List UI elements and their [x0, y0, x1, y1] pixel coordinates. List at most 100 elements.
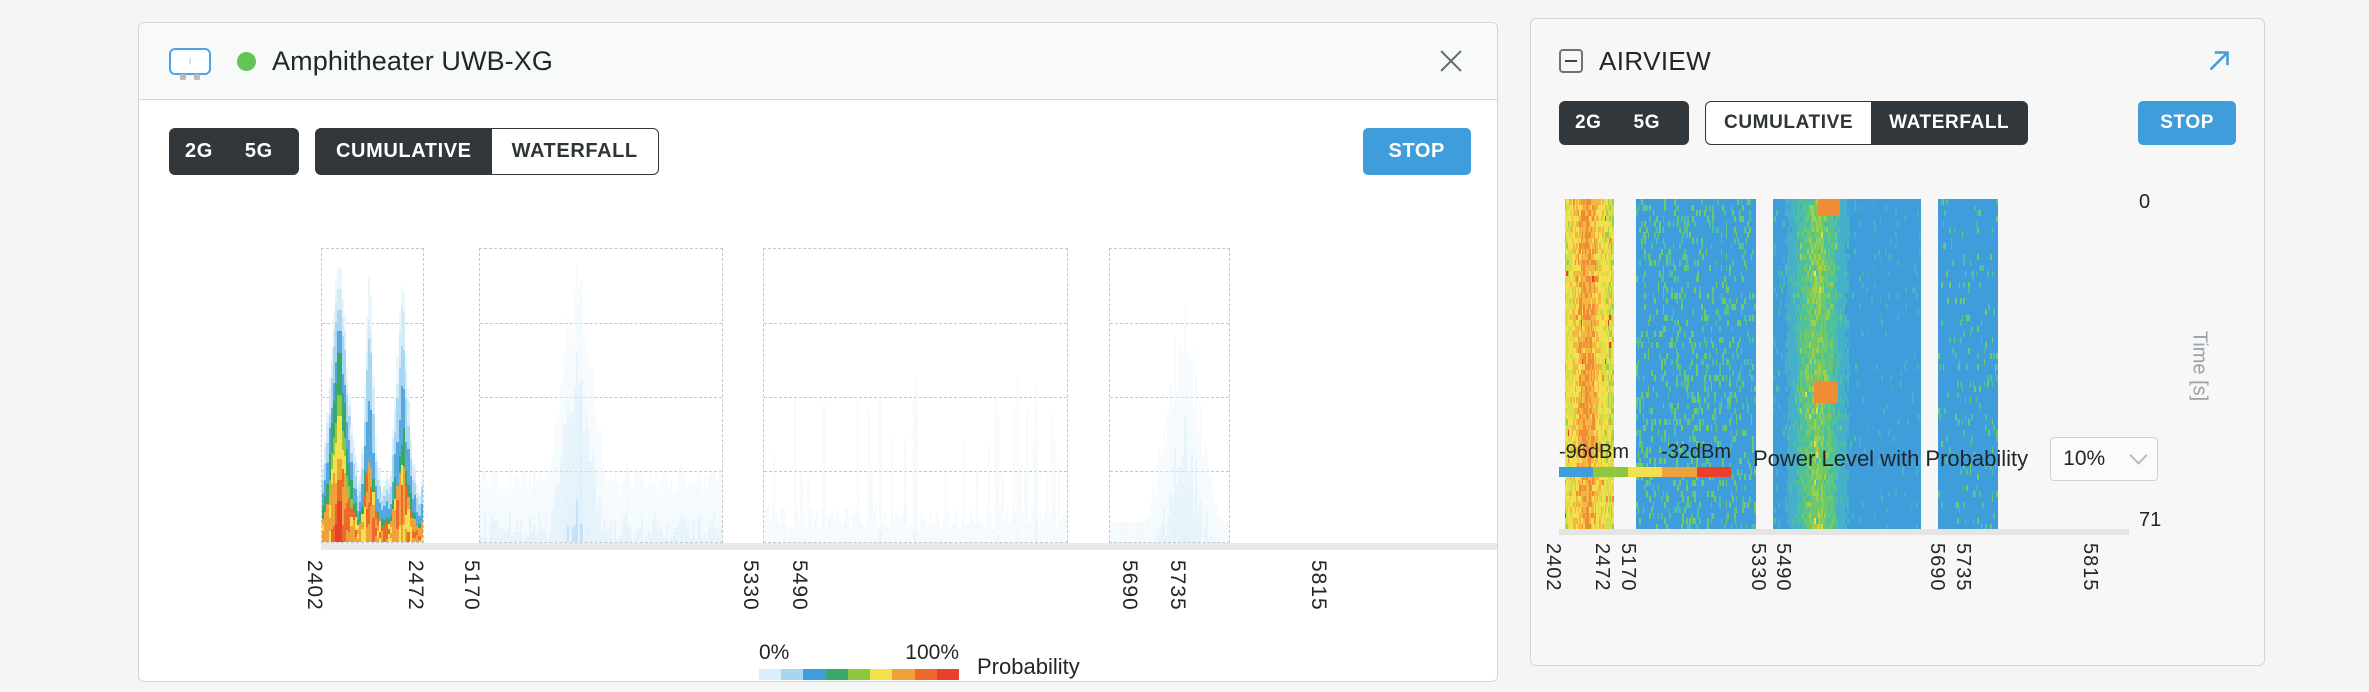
card-header: Amphitheater UWB-XG — [139, 23, 1497, 100]
spectrum-cell — [1017, 415, 1019, 428]
spectrum-cell — [916, 378, 918, 391]
spectrum-cell — [868, 429, 870, 440]
spectrum-cell — [1026, 450, 1028, 461]
airview-band-toggle-group[interactable]: 2G 5G — [1559, 101, 1689, 145]
mode-option-cumulative[interactable]: CUMULATIVE — [316, 129, 492, 174]
spectrum-cell — [1035, 409, 1037, 422]
spectrum-cell — [1013, 460, 1015, 471]
device-spectrum-card: Amphitheater UWB-XG 2G 5G CUMULATIVE WAT… — [138, 22, 1498, 682]
spectrum-cell — [879, 439, 881, 451]
spectrum-cell — [1199, 426, 1201, 437]
spectrum-cell — [879, 416, 881, 428]
plot-area — [321, 248, 1498, 543]
airview-mode-toggle-group[interactable]: CUMULATIVE WATERFALL — [1705, 101, 2028, 145]
spectrum-cell — [857, 411, 859, 423]
spectrum-cell — [1017, 454, 1019, 467]
spectrum-cell — [407, 414, 409, 426]
spectrum-cell — [1017, 428, 1019, 441]
cumulative-spectrum-chart: -32 -48 -64 -80 -94 Power Level [dBm] 24… — [139, 178, 1498, 682]
gridline — [1110, 323, 1230, 324]
spectrum-cell — [823, 445, 825, 457]
spectrum-cell — [823, 489, 825, 501]
spectrum-cell — [857, 489, 859, 501]
spectrum-cell — [580, 299, 582, 320]
band-option-5g[interactable]: 5G — [229, 128, 289, 175]
spectrum-cell — [1035, 446, 1037, 459]
spectrum-cell — [794, 419, 796, 431]
spectrum-cell — [794, 396, 796, 408]
spectrum-cell — [1035, 434, 1037, 447]
spectrum-cell — [1026, 440, 1028, 451]
spectrum-cell — [594, 405, 596, 416]
spectrum-cell — [857, 500, 859, 512]
spectrum-cell — [407, 402, 409, 414]
legend-scale: 0% 100% — [759, 641, 959, 680]
spectrum-cell — [344, 350, 346, 368]
spectrum-cell — [857, 400, 859, 412]
spectrum-cell — [1199, 404, 1201, 415]
minus-box-icon[interactable] — [1559, 49, 1583, 73]
legend-swatch — [848, 669, 870, 680]
gridline — [764, 323, 1067, 324]
spectrum-cell — [403, 312, 405, 332]
spectrum-cell — [823, 478, 825, 490]
frequency-band-2 — [479, 248, 723, 543]
spectrum-cell — [794, 430, 796, 442]
spectrum-cell — [1191, 362, 1193, 378]
spectrum-cell — [1191, 378, 1193, 394]
spectrum-cell — [916, 480, 918, 493]
spectrum-cell — [405, 355, 407, 370]
spectrum-cell — [372, 388, 374, 402]
spectrum-cell — [1195, 376, 1197, 391]
close-icon[interactable] — [1431, 41, 1471, 81]
expand-arrow-icon[interactable] — [2202, 44, 2236, 78]
spectrum-cell — [1035, 507, 1037, 520]
mode-option-waterfall[interactable]: WATERFALL — [492, 129, 658, 174]
airview-stop-button[interactable]: STOP — [2138, 101, 2236, 145]
spectrum-cell — [1026, 419, 1028, 430]
spectrum-cell — [879, 404, 881, 416]
spectrum-cell — [823, 424, 825, 436]
spectrum-cell — [868, 419, 870, 430]
spectrum-cell — [370, 334, 372, 354]
spectrum-cell — [1191, 347, 1193, 363]
spectrum-cell — [594, 415, 596, 426]
spectrum-cell — [1035, 470, 1037, 483]
spectrum-cell — [857, 433, 859, 445]
spectrum-cell — [1026, 408, 1028, 419]
spectrum-cell — [592, 383, 594, 397]
x-tick: 2472 — [403, 560, 427, 611]
legend-swatch — [892, 669, 914, 680]
airview-band-option-2g[interactable]: 2G — [1559, 101, 1618, 145]
spectrum-cell — [916, 416, 918, 429]
spectrum-cell — [916, 493, 918, 506]
band-toggle-group[interactable]: 2G 5G — [169, 128, 299, 175]
spectrum-cell — [1026, 429, 1028, 440]
status-indicator-dot — [237, 52, 256, 71]
legend-gradient-bar — [759, 669, 959, 680]
spectrum-cell — [794, 476, 796, 488]
spectrum-cell — [879, 393, 881, 405]
stop-button[interactable]: STOP — [1363, 128, 1472, 175]
airview-mode-option-waterfall[interactable]: WATERFALL — [1871, 102, 2027, 144]
spectrum-cell — [916, 467, 918, 480]
page-title: Amphitheater UWB-XG — [272, 46, 553, 77]
spectrum-cell — [370, 353, 372, 373]
spectrum-cell — [405, 370, 407, 385]
airview-mode-option-cumulative[interactable]: CUMULATIVE — [1706, 102, 1871, 144]
band-option-2g[interactable]: 2G — [169, 128, 229, 175]
mode-toggle-group[interactable]: CUMULATIVE WATERFALL — [315, 128, 659, 175]
spectrum-cell — [1035, 421, 1037, 434]
frequency-band-4 — [1109, 248, 1231, 543]
spectrum-cell — [997, 412, 999, 423]
spectrum-cell — [879, 451, 881, 463]
spectrum-cell — [1191, 393, 1193, 409]
spectrum-cell — [1195, 362, 1197, 377]
spectrum-cell — [823, 435, 825, 447]
spectrum-cell — [794, 407, 796, 419]
spectrum-cell — [592, 369, 594, 383]
spectrum-cell — [1174, 368, 1176, 385]
spectrum-cell — [997, 422, 999, 433]
airview-band-option-5g[interactable]: 5G — [1618, 101, 1677, 145]
spectrum-cell — [1013, 491, 1015, 502]
